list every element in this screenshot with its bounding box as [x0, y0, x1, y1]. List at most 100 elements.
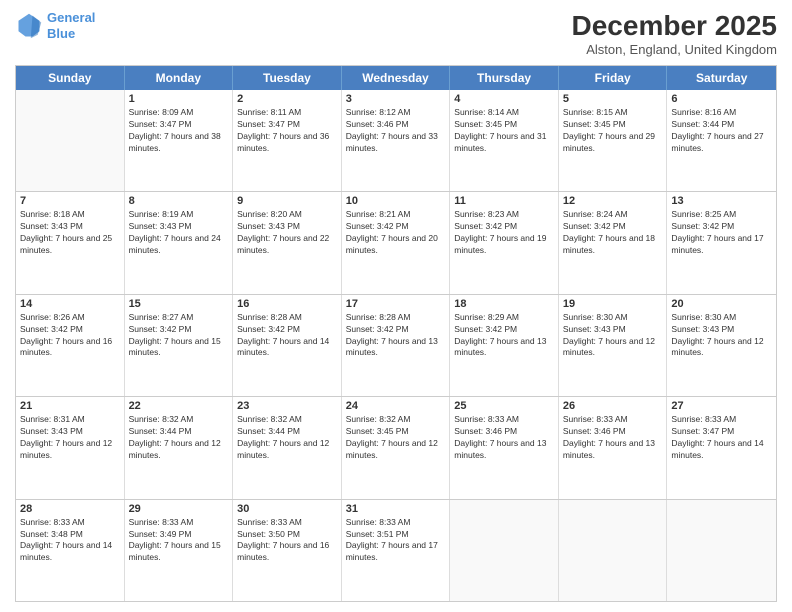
- day-number: 23: [237, 400, 337, 412]
- day-cell: 10 Sunrise: 8:21 AM Sunset: 3:42 PM Dayli…: [342, 192, 451, 293]
- day-cell: 9 Sunrise: 8:20 AM Sunset: 3:43 PM Daylig…: [233, 192, 342, 293]
- day-info: Sunrise: 8:30 AM Sunset: 3:43 PM Dayligh…: [671, 312, 772, 360]
- day-cell: 17 Sunrise: 8:28 AM Sunset: 3:42 PM Dayli…: [342, 295, 451, 396]
- day-cell: 5 Sunrise: 8:15 AM Sunset: 3:45 PM Daylig…: [559, 90, 668, 191]
- day-info: Sunrise: 8:16 AM Sunset: 3:44 PM Dayligh…: [671, 107, 772, 155]
- logo-general: General: [47, 10, 95, 25]
- day-cell: 6 Sunrise: 8:16 AM Sunset: 3:44 PM Daylig…: [667, 90, 776, 191]
- day-number: 30: [237, 503, 337, 515]
- day-info: Sunrise: 8:33 AM Sunset: 3:51 PM Dayligh…: [346, 517, 446, 565]
- day-cell: [559, 500, 668, 601]
- day-info: Sunrise: 8:33 AM Sunset: 3:46 PM Dayligh…: [563, 414, 663, 462]
- day-cell: 27 Sunrise: 8:33 AM Sunset: 3:47 PM Dayli…: [667, 397, 776, 498]
- day-cell: 1Sunrise: 8:09 AM Sunset: 3:47 PM Daylig…: [125, 90, 234, 191]
- day-cell: [667, 500, 776, 601]
- day-number: 29: [129, 503, 229, 515]
- day-info: Sunrise: 8:15 AM Sunset: 3:45 PM Dayligh…: [563, 107, 663, 155]
- day-cell: 11 Sunrise: 8:23 AM Sunset: 3:42 PM Dayli…: [450, 192, 559, 293]
- week-row-2: 7 Sunrise: 8:18 AM Sunset: 3:43 PM Daylig…: [16, 191, 776, 293]
- day-headers: SundayMondayTuesdayWednesdayThursdayFrid…: [16, 66, 776, 90]
- week-row-3: 14Sunrise: 8:26 AM Sunset: 3:42 PM Dayli…: [16, 294, 776, 396]
- logo-icon: [15, 12, 43, 40]
- day-info: Sunrise: 8:33 AM Sunset: 3:47 PM Dayligh…: [671, 414, 772, 462]
- day-cell: 29Sunrise: 8:33 AM Sunset: 3:49 PM Dayli…: [125, 500, 234, 601]
- logo-blue: Blue: [47, 26, 75, 41]
- day-number: 24: [346, 400, 446, 412]
- day-info: Sunrise: 8:27 AM Sunset: 3:42 PM Dayligh…: [129, 312, 229, 360]
- day-info: Sunrise: 8:29 AM Sunset: 3:42 PM Dayligh…: [454, 312, 554, 360]
- title-block: December 2025 Alston, England, United Ki…: [572, 10, 777, 57]
- day-number: 16: [237, 298, 337, 310]
- day-info: Sunrise: 8:18 AM Sunset: 3:43 PM Dayligh…: [20, 209, 120, 257]
- day-number: 20: [671, 298, 772, 310]
- day-cell: 22 Sunrise: 8:32 AM Sunset: 3:44 PM Dayli…: [125, 397, 234, 498]
- day-cell: 3 Sunrise: 8:12 AM Sunset: 3:46 PM Daylig…: [342, 90, 451, 191]
- day-cell: 25 Sunrise: 8:33 AM Sunset: 3:46 PM Dayli…: [450, 397, 559, 498]
- day-number: 31: [346, 503, 446, 515]
- day-cell: 26Sunrise: 8:33 AM Sunset: 3:46 PM Dayli…: [559, 397, 668, 498]
- day-number: 15: [129, 298, 229, 310]
- day-header-sunday: Sunday: [16, 66, 125, 90]
- day-number: 9: [237, 195, 337, 207]
- day-info: Sunrise: 8:12 AM Sunset: 3:46 PM Dayligh…: [346, 107, 446, 155]
- location: Alston, England, United Kingdom: [572, 42, 777, 57]
- day-number: 6: [671, 93, 772, 105]
- day-number: 21: [20, 400, 120, 412]
- day-info: Sunrise: 8:19 AM Sunset: 3:43 PM Dayligh…: [129, 209, 229, 257]
- day-header-wednesday: Wednesday: [342, 66, 451, 90]
- day-cell: 28 Sunrise: 8:33 AM Sunset: 3:48 PM Dayli…: [16, 500, 125, 601]
- month-title: December 2025: [572, 10, 777, 42]
- day-cell: 30Sunrise: 8:33 AM Sunset: 3:50 PM Dayli…: [233, 500, 342, 601]
- week-row-5: 28 Sunrise: 8:33 AM Sunset: 3:48 PM Dayli…: [16, 499, 776, 601]
- day-cell: 14Sunrise: 8:26 AM Sunset: 3:42 PM Dayli…: [16, 295, 125, 396]
- day-number: 28: [20, 503, 120, 515]
- day-number: 25: [454, 400, 554, 412]
- day-number: 5: [563, 93, 663, 105]
- day-number: 8: [129, 195, 229, 207]
- day-header-monday: Monday: [125, 66, 234, 90]
- day-cell: 19Sunrise: 8:30 AM Sunset: 3:43 PM Dayli…: [559, 295, 668, 396]
- day-info: Sunrise: 8:33 AM Sunset: 3:46 PM Dayligh…: [454, 414, 554, 462]
- calendar: SundayMondayTuesdayWednesdayThursdayFrid…: [15, 65, 777, 602]
- day-cell: 2 Sunrise: 8:11 AM Sunset: 3:47 PM Daylig…: [233, 90, 342, 191]
- day-number: 14: [20, 298, 120, 310]
- day-info: Sunrise: 8:21 AM Sunset: 3:42 PM Dayligh…: [346, 209, 446, 257]
- day-info: Sunrise: 8:23 AM Sunset: 3:42 PM Dayligh…: [454, 209, 554, 257]
- day-number: 11: [454, 195, 554, 207]
- day-number: 12: [563, 195, 663, 207]
- day-number: 10: [346, 195, 446, 207]
- day-info: Sunrise: 8:28 AM Sunset: 3:42 PM Dayligh…: [237, 312, 337, 360]
- page: General Blue December 2025 Alston, Engla…: [0, 0, 792, 612]
- day-info: Sunrise: 8:32 AM Sunset: 3:44 PM Dayligh…: [129, 414, 229, 462]
- day-info: Sunrise: 8:32 AM Sunset: 3:44 PM Dayligh…: [237, 414, 337, 462]
- day-cell: 18 Sunrise: 8:29 AM Sunset: 3:42 PM Dayli…: [450, 295, 559, 396]
- logo: General Blue: [15, 10, 95, 41]
- day-number: 3: [346, 93, 446, 105]
- day-number: 7: [20, 195, 120, 207]
- day-info: Sunrise: 8:11 AM Sunset: 3:47 PM Dayligh…: [237, 107, 337, 155]
- day-cell: 8 Sunrise: 8:19 AM Sunset: 3:43 PM Daylig…: [125, 192, 234, 293]
- day-number: 17: [346, 298, 446, 310]
- calendar-body: 1Sunrise: 8:09 AM Sunset: 3:47 PM Daylig…: [16, 90, 776, 601]
- day-info: Sunrise: 8:09 AM Sunset: 3:47 PM Dayligh…: [129, 107, 229, 155]
- logo-text: General Blue: [47, 10, 95, 41]
- day-number: 22: [129, 400, 229, 412]
- day-number: 2: [237, 93, 337, 105]
- day-info: Sunrise: 8:33 AM Sunset: 3:48 PM Dayligh…: [20, 517, 120, 565]
- day-number: 13: [671, 195, 772, 207]
- day-header-friday: Friday: [559, 66, 668, 90]
- day-info: Sunrise: 8:14 AM Sunset: 3:45 PM Dayligh…: [454, 107, 554, 155]
- day-number: 27: [671, 400, 772, 412]
- day-info: Sunrise: 8:31 AM Sunset: 3:43 PM Dayligh…: [20, 414, 120, 462]
- day-cell: 12Sunrise: 8:24 AM Sunset: 3:42 PM Dayli…: [559, 192, 668, 293]
- day-header-thursday: Thursday: [450, 66, 559, 90]
- day-cell: [16, 90, 125, 191]
- day-cell: 23 Sunrise: 8:32 AM Sunset: 3:44 PM Dayli…: [233, 397, 342, 498]
- day-number: 18: [454, 298, 554, 310]
- day-info: Sunrise: 8:28 AM Sunset: 3:42 PM Dayligh…: [346, 312, 446, 360]
- day-cell: [450, 500, 559, 601]
- week-row-1: 1Sunrise: 8:09 AM Sunset: 3:47 PM Daylig…: [16, 90, 776, 191]
- day-cell: 13Sunrise: 8:25 AM Sunset: 3:42 PM Dayli…: [667, 192, 776, 293]
- day-info: Sunrise: 8:20 AM Sunset: 3:43 PM Dayligh…: [237, 209, 337, 257]
- header: General Blue December 2025 Alston, Engla…: [15, 10, 777, 57]
